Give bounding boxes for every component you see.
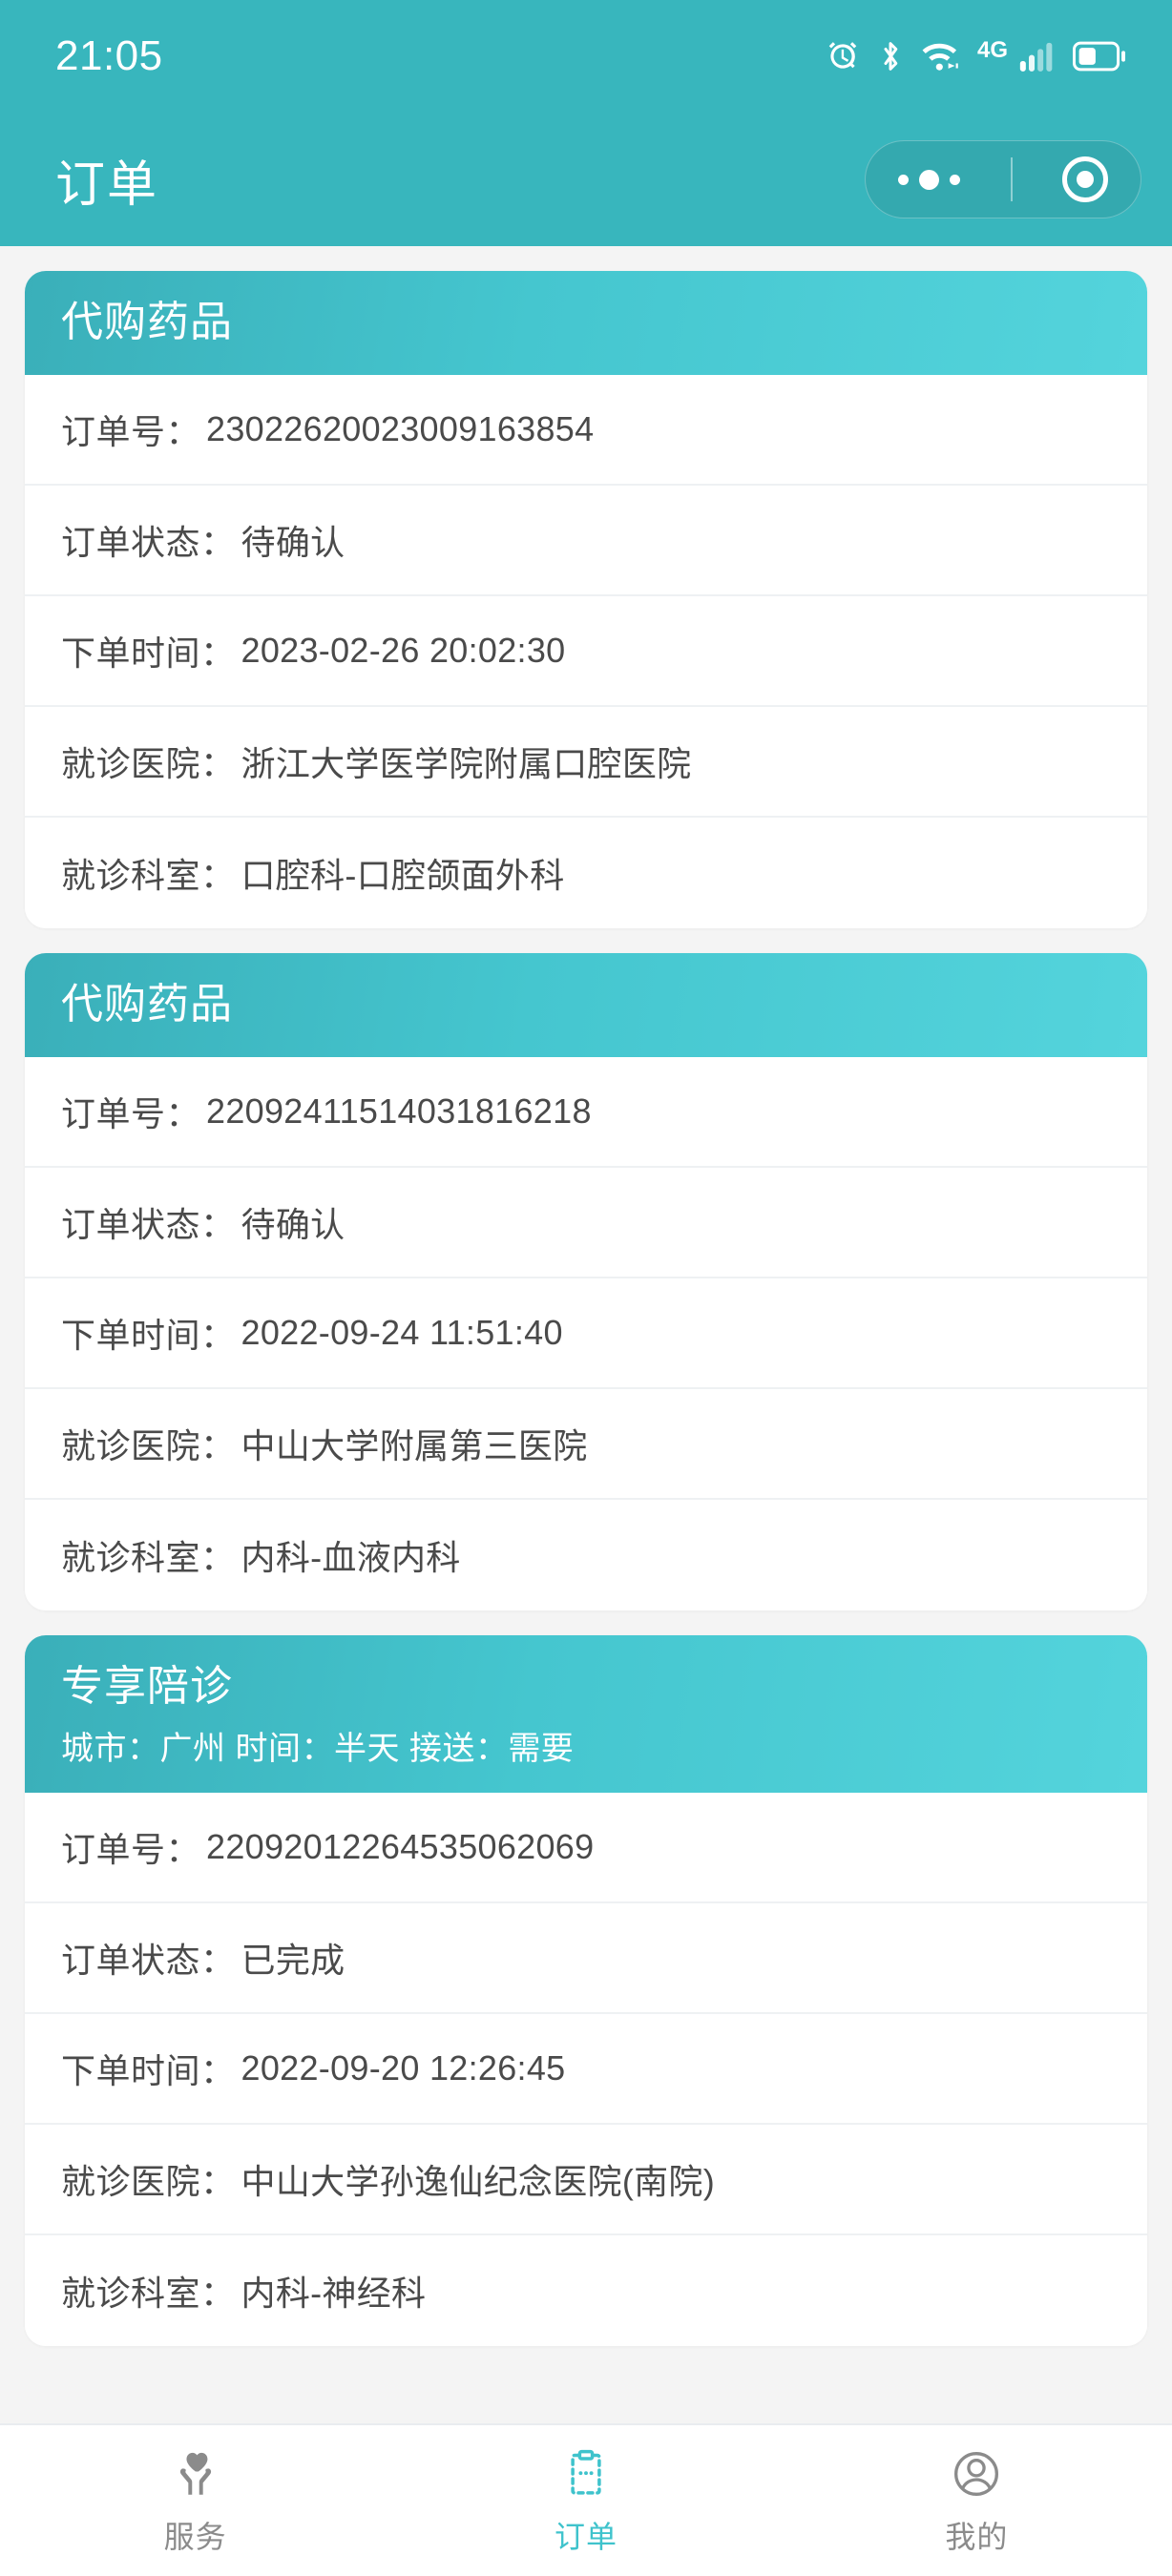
order-card[interactable]: 专享陪诊 城市：广州 时间：半天 接送：需要 订单号： 220920122645… bbox=[25, 1635, 1147, 2347]
order-status-value: 待确认 bbox=[241, 523, 345, 562]
clipboard-icon bbox=[558, 2444, 614, 2503]
hospital-label: 就诊医院： bbox=[61, 744, 236, 783]
order-status-row: 订单状态： 待确认 bbox=[25, 486, 1147, 596]
nav-bar: 订单 bbox=[0, 113, 1172, 246]
order-card[interactable]: 代购药品 订单号： 23022620023009163854 订单状态： 待确认… bbox=[25, 271, 1147, 928]
order-time-label: 下单时间： bbox=[61, 2051, 236, 2091]
heart-hands-icon bbox=[168, 2444, 223, 2503]
status-time: 21:05 bbox=[55, 32, 163, 79]
department-label: 就诊科室： bbox=[61, 856, 236, 895]
target-circle-icon[interactable] bbox=[1062, 156, 1108, 202]
department-row: 就诊科室： 口腔科-口腔颌面外科 bbox=[25, 818, 1147, 928]
order-card-header: 专享陪诊 城市：广州 时间：半天 接送：需要 bbox=[25, 1635, 1147, 1794]
tab-services[interactable]: 服务 bbox=[2, 2444, 388, 2557]
tab-orders-label: 订单 bbox=[554, 2520, 617, 2554]
hospital-label: 就诊医院： bbox=[61, 2162, 236, 2202]
order-card[interactable]: 代购药品 订单号： 22092411514031816218 订单状态： 待确认… bbox=[25, 953, 1147, 1610]
order-no-label: 订单号： bbox=[61, 1094, 201, 1133]
tab-orders[interactable]: 订单 bbox=[392, 2444, 779, 2557]
status-bar: 21:05 4G bbox=[0, 0, 1172, 113]
department-row: 就诊科室： 内科-血液内科 bbox=[25, 1500, 1147, 1610]
order-time-row: 下单时间： 2022-09-24 11:51:40 bbox=[25, 1278, 1147, 1389]
order-card-header: 代购药品 bbox=[25, 953, 1147, 1057]
battery-icon bbox=[1073, 40, 1126, 73]
department-row: 就诊科室： 内科-神经科 bbox=[25, 2235, 1147, 2347]
hospital-label: 就诊医院： bbox=[61, 1426, 236, 1465]
order-card-header: 代购药品 bbox=[25, 271, 1147, 375]
order-no-row: 订单号： 23022620023009163854 bbox=[25, 375, 1147, 486]
order-time-value: 2023-02-26 20:02:30 bbox=[241, 631, 566, 670]
status-icon-group: 4G bbox=[825, 37, 1126, 75]
order-time-row: 下单时间： 2022-09-20 12:26:45 bbox=[25, 2014, 1147, 2126]
signal-icon bbox=[1019, 39, 1057, 73]
order-status-value: 待确认 bbox=[241, 1205, 345, 1244]
order-no-row: 订单号： 22092411514031816218 bbox=[25, 1057, 1147, 1168]
order-status-label: 订单状态： bbox=[61, 1941, 236, 1981]
more-dots-icon[interactable] bbox=[898, 169, 960, 190]
department-value: 内科-神经科 bbox=[241, 2274, 427, 2314]
miniprogram-capsule[interactable] bbox=[865, 140, 1141, 218]
order-status-row: 订单状态： 待确认 bbox=[25, 1168, 1147, 1278]
order-time-value: 2022-09-24 11:51:40 bbox=[241, 1313, 563, 1352]
order-list[interactable]: 代购药品 订单号： 23022620023009163854 订单状态： 待确认… bbox=[0, 246, 1172, 2423]
wifi-icon bbox=[920, 39, 962, 73]
order-status-value: 已完成 bbox=[241, 1941, 345, 1981]
order-no-label: 订单号： bbox=[61, 1830, 201, 1870]
hospital-row: 就诊医院： 中山大学孙逸仙纪念医院(南院) bbox=[25, 2125, 1147, 2236]
order-type-title: 专享陪诊 bbox=[61, 1663, 233, 1710]
order-detail-subtitle: 城市：广州 时间：半天 接送：需要 bbox=[61, 1731, 575, 1767]
order-type-title: 代购药品 bbox=[61, 981, 233, 1028]
order-time-value: 2022-09-20 12:26:45 bbox=[241, 2048, 566, 2088]
network-type-label: 4G bbox=[976, 37, 1008, 63]
hospital-row: 就诊医院： 中山大学附属第三医院 bbox=[25, 1389, 1147, 1500]
order-time-label: 下单时间： bbox=[61, 634, 236, 673]
bluetooth-icon bbox=[876, 37, 905, 75]
department-label: 就诊科室： bbox=[61, 2274, 236, 2314]
page-title: 订单 bbox=[55, 156, 159, 213]
order-status-row: 订单状态： 已完成 bbox=[25, 1903, 1147, 2015]
order-status-label: 订单状态： bbox=[61, 523, 236, 562]
hospital-row: 就诊医院： 浙江大学医学院附属口腔医院 bbox=[25, 707, 1147, 818]
order-time-label: 下单时间： bbox=[61, 1316, 236, 1355]
order-no-value: 22092012264535062069 bbox=[206, 1827, 595, 1867]
hospital-value: 中山大学孙逸仙纪念医院(南院) bbox=[241, 2162, 715, 2202]
department-value: 口腔科-口腔颌面外科 bbox=[241, 856, 565, 895]
order-no-value: 23022620023009163854 bbox=[206, 409, 595, 448]
person-icon bbox=[949, 2444, 1004, 2503]
hospital-value: 浙江大学医学院附属口腔医院 bbox=[241, 744, 692, 783]
department-value: 内科-血液内科 bbox=[241, 1538, 461, 1577]
tab-mine[interactable]: 我的 bbox=[784, 2444, 1170, 2557]
order-no-row: 订单号： 22092012264535062069 bbox=[25, 1793, 1147, 1904]
order-no-value: 22092411514031816218 bbox=[206, 1091, 592, 1131]
tab-services-label: 服务 bbox=[163, 2520, 227, 2554]
order-no-label: 订单号： bbox=[61, 412, 201, 451]
hospital-value: 中山大学附属第三医院 bbox=[241, 1426, 588, 1465]
order-type-title: 代购药品 bbox=[61, 299, 233, 345]
capsule-divider bbox=[1010, 157, 1013, 201]
app-screen: 21:05 4G 订单 代购药品 订单号： 230226200230091638… bbox=[0, 0, 1172, 2576]
alarm-icon bbox=[825, 38, 861, 74]
order-status-label: 订单状态： bbox=[61, 1205, 236, 1244]
tab-mine-label: 我的 bbox=[945, 2520, 1009, 2554]
tab-bar: 服务 订单 我的 bbox=[0, 2423, 1172, 2576]
order-time-row: 下单时间： 2023-02-26 20:02:30 bbox=[25, 596, 1147, 707]
department-label: 就诊科室： bbox=[61, 1538, 236, 1577]
